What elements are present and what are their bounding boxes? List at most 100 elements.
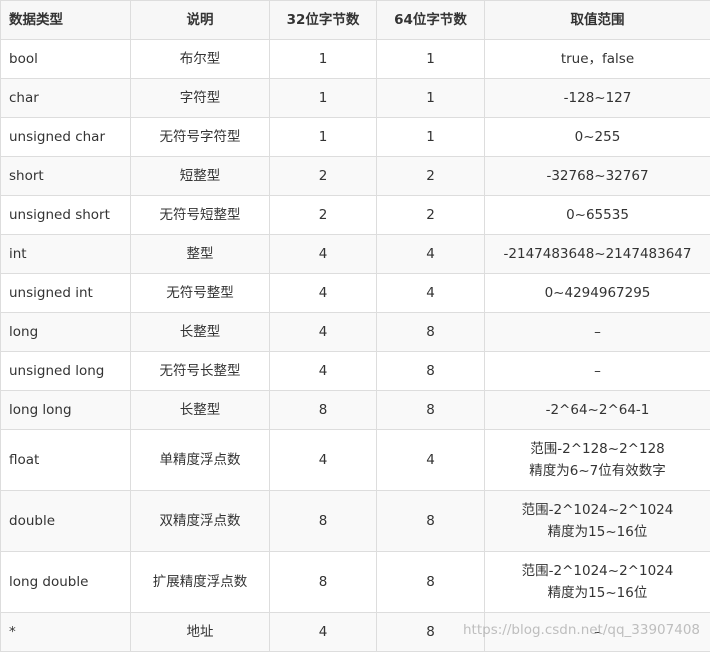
cell-value-range: 0~4294967295 xyxy=(485,274,710,313)
cell-value-range: 范围-2^1024~2^1024精度为15~16位 xyxy=(485,491,710,552)
cell-32bit-bytes: 8 xyxy=(270,552,377,613)
cell-data-type: long double xyxy=(1,552,131,613)
cell-data-type: unsigned char xyxy=(1,118,131,157)
cell-value-range: – xyxy=(485,313,710,352)
table-row: int整型44-2147483648~2147483647 xyxy=(1,235,710,274)
value-range-line: true，false xyxy=(493,48,702,70)
table-row: long long长整型88-2^64~2^64-1 xyxy=(1,391,710,430)
value-range-line: 0~65535 xyxy=(493,204,702,226)
table-row: double双精度浮点数88范围-2^1024~2^1024精度为15~16位 xyxy=(1,491,710,552)
cell-64bit-bytes: 8 xyxy=(377,552,485,613)
cell-description: 无符号长整型 xyxy=(131,352,270,391)
value-range-line: 范围-2^128~2^128 xyxy=(493,438,702,460)
cell-data-type: long long xyxy=(1,391,131,430)
cell-description: 无符号短整型 xyxy=(131,196,270,235)
value-range-line: – xyxy=(493,360,702,382)
cell-32bit-bytes: 4 xyxy=(270,430,377,491)
cell-32bit-bytes: 2 xyxy=(270,196,377,235)
value-range-line: 0~4294967295 xyxy=(493,282,702,304)
cell-description: 长整型 xyxy=(131,313,270,352)
cell-64bit-bytes: 8 xyxy=(377,491,485,552)
cell-data-type: * xyxy=(1,613,131,652)
cell-64bit-bytes: 4 xyxy=(377,430,485,491)
cell-64bit-bytes: 2 xyxy=(377,196,485,235)
table-row: unsigned long无符号长整型48– xyxy=(1,352,710,391)
cell-value-range: -128~127 xyxy=(485,79,710,118)
value-range-line: 0~255 xyxy=(493,126,702,148)
cell-value-range: -2147483648~2147483647 xyxy=(485,235,710,274)
table-header-row: 数据类型 说明 32位字节数 64位字节数 取值范围 xyxy=(1,1,710,40)
cell-64bit-bytes: 4 xyxy=(377,274,485,313)
cell-value-range: 0~65535 xyxy=(485,196,710,235)
cell-32bit-bytes: 4 xyxy=(270,352,377,391)
cell-description: 单精度浮点数 xyxy=(131,430,270,491)
cell-data-type: char xyxy=(1,79,131,118)
cell-value-range: – xyxy=(485,352,710,391)
cell-data-type: unsigned int xyxy=(1,274,131,313)
cell-value-range: -2^64~2^64-1 xyxy=(485,391,710,430)
value-range-line: 精度为15~16位 xyxy=(493,521,702,543)
value-range-line: 精度为6~7位有效数字 xyxy=(493,460,702,482)
cell-64bit-bytes: 8 xyxy=(377,313,485,352)
cell-description: 双精度浮点数 xyxy=(131,491,270,552)
table-row: float单精度浮点数44范围-2^128~2^128精度为6~7位有效数字 xyxy=(1,430,710,491)
header-value-range: 取值范围 xyxy=(485,1,710,40)
value-range-line: -128~127 xyxy=(493,87,702,109)
cell-description: 扩展精度浮点数 xyxy=(131,552,270,613)
cell-32bit-bytes: 4 xyxy=(270,235,377,274)
table-row: long double扩展精度浮点数88范围-2^1024~2^1024精度为1… xyxy=(1,552,710,613)
cell-32bit-bytes: 1 xyxy=(270,40,377,79)
cell-description: 地址 xyxy=(131,613,270,652)
watermark: https://blog.csdn.net/qq_33907408 xyxy=(463,622,700,638)
table-row: short短整型22-32768~32767 xyxy=(1,157,710,196)
cell-32bit-bytes: 4 xyxy=(270,613,377,652)
header-description: 说明 xyxy=(131,1,270,40)
table-body: bool布尔型11true，falsechar字符型11-128~127unsi… xyxy=(1,40,710,652)
cell-32bit-bytes: 4 xyxy=(270,313,377,352)
cell-description: 长整型 xyxy=(131,391,270,430)
header-data-type: 数据类型 xyxy=(1,1,131,40)
cell-description: 整型 xyxy=(131,235,270,274)
cell-value-range: 0~255 xyxy=(485,118,710,157)
cell-64bit-bytes: 1 xyxy=(377,79,485,118)
header-64bit-bytes: 64位字节数 xyxy=(377,1,485,40)
table-row: long长整型48– xyxy=(1,313,710,352)
page: 数据类型 说明 32位字节数 64位字节数 取值范围 bool布尔型11true… xyxy=(0,0,710,650)
cell-64bit-bytes: 8 xyxy=(377,391,485,430)
cell-64bit-bytes: 1 xyxy=(377,118,485,157)
value-range-line: 范围-2^1024~2^1024 xyxy=(493,499,702,521)
cell-description: 无符号整型 xyxy=(131,274,270,313)
value-range-line: – xyxy=(493,321,702,343)
cell-data-type: unsigned long xyxy=(1,352,131,391)
cell-data-type: float xyxy=(1,430,131,491)
cell-description: 布尔型 xyxy=(131,40,270,79)
cell-32bit-bytes: 4 xyxy=(270,274,377,313)
cell-32bit-bytes: 1 xyxy=(270,79,377,118)
value-range-line: -32768~32767 xyxy=(493,165,702,187)
cell-description: 短整型 xyxy=(131,157,270,196)
header-32bit-bytes: 32位字节数 xyxy=(270,1,377,40)
cell-data-type: bool xyxy=(1,40,131,79)
cell-data-type: long xyxy=(1,313,131,352)
cell-data-type: double xyxy=(1,491,131,552)
cell-value-range: -32768~32767 xyxy=(485,157,710,196)
cell-64bit-bytes: 1 xyxy=(377,40,485,79)
cell-value-range: 范围-2^128~2^128精度为6~7位有效数字 xyxy=(485,430,710,491)
cell-value-range: 范围-2^1024~2^1024精度为15~16位 xyxy=(485,552,710,613)
cell-value-range: true，false xyxy=(485,40,710,79)
data-type-table: 数据类型 说明 32位字节数 64位字节数 取值范围 bool布尔型11true… xyxy=(0,0,710,652)
table-row: unsigned short无符号短整型220~65535 xyxy=(1,196,710,235)
table-row: char字符型11-128~127 xyxy=(1,79,710,118)
cell-32bit-bytes: 8 xyxy=(270,491,377,552)
cell-32bit-bytes: 1 xyxy=(270,118,377,157)
cell-description: 无符号字符型 xyxy=(131,118,270,157)
value-range-line: 范围-2^1024~2^1024 xyxy=(493,560,702,582)
cell-64bit-bytes: 4 xyxy=(377,235,485,274)
table-row: unsigned char无符号字符型110~255 xyxy=(1,118,710,157)
cell-data-type: int xyxy=(1,235,131,274)
cell-64bit-bytes: 2 xyxy=(377,157,485,196)
cell-32bit-bytes: 2 xyxy=(270,157,377,196)
cell-64bit-bytes: 8 xyxy=(377,352,485,391)
cell-data-type: short xyxy=(1,157,131,196)
table-row: unsigned int无符号整型440~4294967295 xyxy=(1,274,710,313)
